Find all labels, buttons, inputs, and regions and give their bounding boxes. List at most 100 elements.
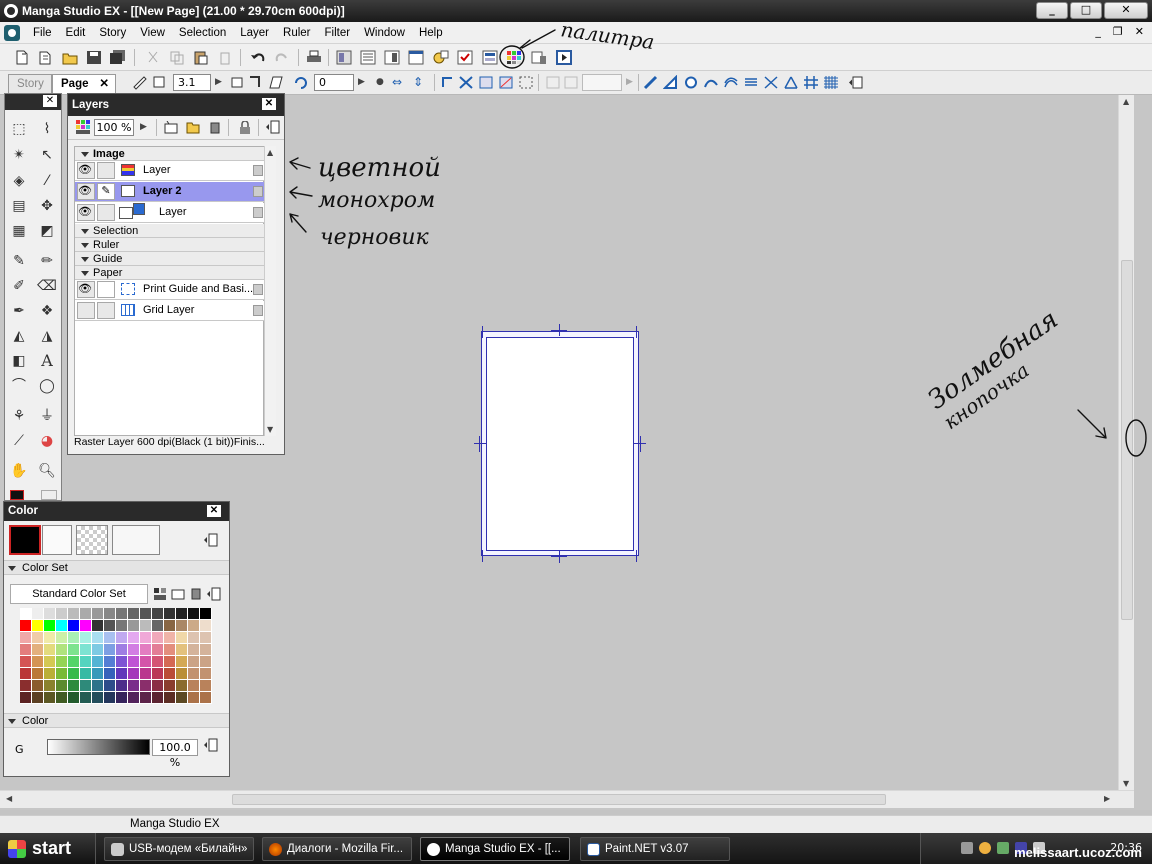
color-swatch-cell[interactable] — [116, 692, 128, 704]
circle-ruler-icon[interactable] — [683, 75, 699, 90]
horizontal-scrollbar[interactable]: ◀ ▶ — [0, 790, 1134, 808]
color-swatch-cell[interactable] — [104, 680, 116, 692]
color-set-section[interactable]: Color Set — [4, 560, 229, 575]
menu-edit[interactable]: Edit — [59, 27, 93, 39]
pen-settings-icon[interactable] — [152, 75, 168, 90]
ellipse-icon[interactable]: ◯ — [36, 375, 58, 397]
transform-mesh-icon[interactable] — [498, 75, 514, 90]
color-swatch-cell[interactable] — [44, 644, 56, 656]
color-swatch-cell[interactable] — [152, 644, 164, 656]
eyedropper-icon[interactable]: ⁄ — [36, 170, 58, 192]
layers-window-icon[interactable] — [482, 50, 498, 65]
mdi-restore-button[interactable]: ❐ — [1113, 25, 1123, 38]
transform-select-icon[interactable] — [518, 75, 534, 90]
menu-window[interactable]: Window — [357, 27, 412, 39]
color-swatch-cell[interactable] — [92, 668, 104, 680]
lock-toggle[interactable] — [97, 162, 115, 179]
triangle-ruler-icon[interactable] — [663, 75, 679, 90]
task-manga-studio[interactable]: Manga Studio EX - [[... — [420, 837, 570, 861]
mdi-minimize-button[interactable]: _ — [1095, 25, 1101, 38]
layer-options-icon[interactable] — [253, 186, 263, 197]
color-swatch-cell[interactable] — [188, 632, 200, 644]
zoom-icon[interactable]: 🔍︎ — [36, 460, 58, 482]
color-swatch-cell[interactable] — [176, 644, 188, 656]
task-usb-modem[interactable]: USB-модем «Билайн» — [104, 837, 254, 861]
color-swatch-cell[interactable] — [152, 632, 164, 644]
color-swatch-cell[interactable] — [128, 608, 140, 620]
visibility-eye-icon[interactable]: 👁︎ — [77, 204, 95, 221]
color-swatch-cell[interactable] — [80, 680, 92, 692]
color-swatch-cell[interactable] — [92, 644, 104, 656]
thickness-arrow-icon[interactable]: ▶ — [215, 77, 222, 87]
layer-color-icon[interactable] — [76, 120, 90, 134]
color-swatch-cell[interactable] — [80, 608, 92, 620]
document-icon[interactable] — [4, 24, 20, 41]
color-swatch-cell[interactable] — [56, 632, 68, 644]
lock-toggle[interactable] — [97, 204, 115, 221]
transform-perspective-icon[interactable] — [478, 75, 494, 90]
color-swatch-cell[interactable] — [128, 656, 140, 668]
task-firefox[interactable]: Диалоги - Mozilla Fir... — [262, 837, 412, 861]
color-mode-icon[interactable] — [336, 50, 352, 65]
gradient-icon[interactable]: ◧ — [8, 350, 30, 372]
color-swatch-cell[interactable] — [56, 644, 68, 656]
color-swatch-cell[interactable] — [140, 644, 152, 656]
no-edit-icon[interactable] — [97, 281, 115, 298]
horizontal-scroll-thumb[interactable] — [232, 794, 886, 805]
thickness-input[interactable]: 3.1 — [173, 74, 211, 91]
grid-icon[interactable] — [823, 75, 839, 90]
color-swatch-cell[interactable] — [68, 632, 80, 644]
color-swatch-cell[interactable] — [200, 620, 212, 632]
black-swatch[interactable] — [9, 525, 41, 555]
layer-row-print-guide[interactable]: 👁︎ Print Guide and Basi... — [75, 280, 265, 300]
color-swatch-cell[interactable] — [56, 680, 68, 692]
pen-icon[interactable]: ✎ — [8, 250, 30, 272]
color-swatch-cell[interactable] — [44, 656, 56, 668]
color-swatch-cell[interactable] — [188, 644, 200, 656]
color-swatch-cell[interactable] — [32, 632, 44, 644]
tab-close-icon[interactable]: ✕ — [99, 75, 109, 93]
page-drawing-area[interactable] — [486, 337, 634, 551]
color-swatch-cell[interactable] — [176, 680, 188, 692]
color-swatch-cell[interactable] — [44, 620, 56, 632]
color-swatch-cell[interactable] — [32, 656, 44, 668]
zoom-arrow-icon[interactable]: ▶ — [140, 122, 147, 132]
layer-options-icon[interactable] — [253, 305, 263, 316]
gradient-layer-icon[interactable]: ▤ — [8, 195, 30, 217]
gray-slider[interactable] — [47, 739, 150, 755]
color-swatch-cell[interactable] — [32, 692, 44, 704]
tray-app-icon[interactable] — [979, 842, 991, 854]
save-icon[interactable] — [86, 50, 102, 65]
layers-palette-header[interactable]: Layers ✕ — [68, 94, 284, 116]
new-folder-icon[interactable] — [186, 121, 200, 134]
object-select-icon[interactable]: ↖ — [36, 144, 58, 166]
color-swatch-cell[interactable] — [140, 692, 152, 704]
color-swatch-cell[interactable] — [200, 644, 212, 656]
color-swatch-cell[interactable] — [164, 620, 176, 632]
color-swatch-cell[interactable] — [20, 680, 32, 692]
color-swatch-cell[interactable] — [188, 608, 200, 620]
curve-ruler-icon[interactable] — [703, 75, 719, 90]
color-swatch-cell[interactable] — [140, 668, 152, 680]
panel-ruler-icon[interactable]: ▦ — [8, 220, 30, 242]
scroll-up-icon[interactable]: ▲ — [1123, 97, 1129, 106]
layer-group-ruler[interactable]: Ruler — [75, 238, 265, 252]
layer-group-guide[interactable]: Guide — [75, 252, 265, 266]
layer-group-paper[interactable]: Paper — [75, 266, 265, 280]
color-swatch-cell[interactable] — [68, 644, 80, 656]
angle-arrow-icon[interactable]: ▶ — [358, 77, 365, 87]
lasso-select-icon[interactable]: ⌇ — [36, 118, 58, 140]
transform-free-icon[interactable] — [458, 75, 474, 90]
lock-toggle[interactable] — [97, 302, 115, 319]
white-swatch[interactable] — [42, 525, 72, 555]
color-swatch-cell[interactable] — [164, 656, 176, 668]
start-button[interactable]: start — [0, 833, 96, 864]
close-button[interactable]: ✕ — [1104, 2, 1148, 19]
collapse-icon[interactable] — [8, 565, 16, 571]
delete-icon[interactable] — [217, 50, 233, 65]
color-swatch-cell[interactable] — [104, 644, 116, 656]
vertical-scroll-thumb[interactable] — [1121, 260, 1133, 620]
color-wheel-icon[interactable]: ◕ — [36, 430, 58, 452]
color-set-menu-icon[interactable] — [207, 587, 221, 601]
tab-story[interactable]: Story — [8, 74, 52, 94]
